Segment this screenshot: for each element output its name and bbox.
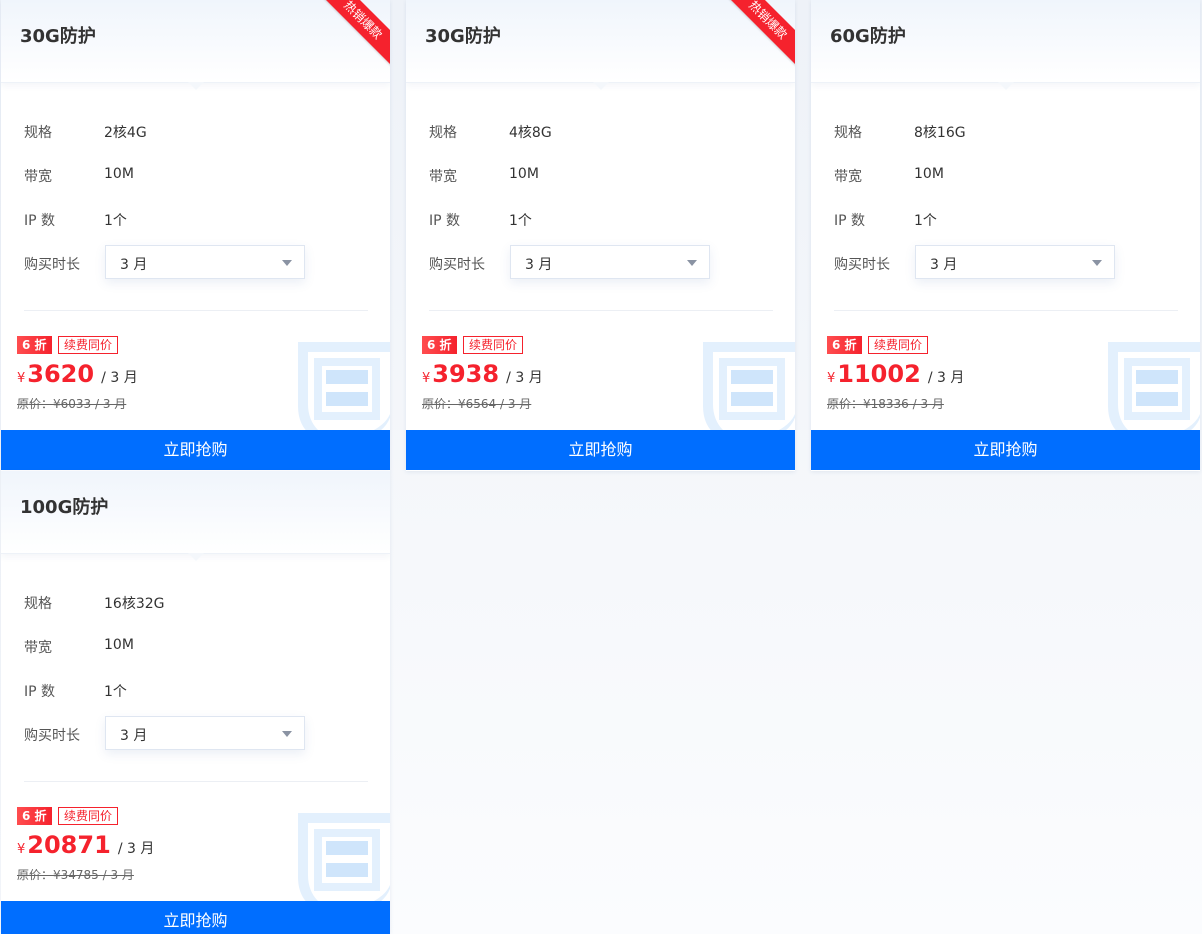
bandwidth-value: 10M	[104, 166, 134, 182]
ip-label: IP 数	[24, 684, 56, 700]
shield-watermark-icon	[298, 342, 390, 436]
price-period: / 3 月	[506, 370, 543, 386]
ip-value: 1个	[914, 213, 937, 229]
card-header: 30G防护	[1, 0, 390, 83]
buy-now-button[interactable]: 立即抢购	[1, 901, 390, 934]
bandwidth-label: 带宽	[24, 640, 52, 656]
duration-label: 购买时长	[834, 257, 890, 273]
currency-symbol: ¥	[422, 371, 431, 386]
duration-selected-value: 3 月	[120, 728, 148, 744]
spec-label: 规格	[24, 596, 52, 612]
ip-value: 1个	[509, 213, 532, 229]
card-title: 30G防护	[20, 26, 96, 47]
spec-value: 4核8G	[509, 125, 552, 141]
duration-select[interactable]: 3 月	[915, 245, 1115, 279]
divider	[429, 310, 773, 311]
discount-badge: 6 折	[17, 336, 52, 354]
duration-select[interactable]: 3 月	[105, 245, 305, 279]
renew-same-price-badge: 续费同价	[58, 807, 119, 825]
price-value: 20871	[27, 831, 111, 859]
price-row: ¥3938 / 3 月	[422, 360, 543, 388]
bandwidth-label: 带宽	[429, 169, 457, 185]
renew-same-price-badge: 续费同价	[463, 336, 524, 354]
product-card: 60G防护 规格 8核16G 带宽 10M IP 数 1个 购买时长 3 月 6…	[811, 0, 1200, 471]
card-header: 60G防护	[811, 0, 1200, 83]
duration-select[interactable]: 3 月	[510, 245, 710, 279]
card-title: 30G防护	[425, 26, 501, 47]
divider	[24, 781, 368, 782]
caret-down-icon	[282, 260, 292, 266]
divider	[834, 310, 1178, 311]
ip-label: IP 数	[24, 213, 56, 229]
currency-symbol: ¥	[827, 371, 836, 386]
duration-selected-value: 3 月	[525, 257, 553, 273]
currency-symbol: ¥	[17, 842, 26, 857]
ip-label: IP 数	[834, 213, 866, 229]
card-title: 100G防护	[20, 497, 109, 518]
card-title: 60G防护	[830, 26, 906, 47]
renew-same-price-badge: 续费同价	[868, 336, 929, 354]
price-row: ¥11002 / 3 月	[827, 360, 964, 388]
renew-same-price-badge: 续费同价	[58, 336, 119, 354]
price-value: 3938	[432, 360, 500, 388]
bandwidth-value: 10M	[914, 166, 944, 182]
price-value: 3620	[27, 360, 95, 388]
discount-badge: 6 折	[827, 336, 862, 354]
original-price: 原价：¥6033 / 3 月	[17, 397, 127, 411]
spec-value: 8核16G	[914, 125, 966, 141]
shield-watermark-icon	[1108, 342, 1200, 436]
buy-now-button[interactable]: 立即抢购	[1, 430, 390, 470]
product-card: 30G防护 热销爆款 规格 4核8G 带宽 10M IP 数 1个 购买时长 3…	[406, 0, 795, 471]
duration-label: 购买时长	[24, 728, 80, 744]
spec-value: 16核32G	[104, 596, 165, 612]
product-grid: 30G防护 热销爆款 规格 2核4G 带宽 10M IP 数 1个 购买时长 3…	[0, 0, 1202, 934]
spec-label: 规格	[834, 125, 862, 141]
price-row: ¥20871 / 3 月	[17, 831, 154, 859]
ip-label: IP 数	[429, 213, 461, 229]
duration-label: 购买时长	[429, 257, 485, 273]
header-pointer	[998, 82, 1014, 90]
price-period: / 3 月	[101, 370, 138, 386]
bandwidth-value: 10M	[509, 166, 539, 182]
product-card: 30G防护 热销爆款 规格 2核4G 带宽 10M IP 数 1个 购买时长 3…	[1, 0, 390, 471]
header-pointer	[188, 82, 204, 90]
original-price: 原价：¥6564 / 3 月	[422, 397, 532, 411]
card-header: 30G防护	[406, 0, 795, 83]
original-price: 原价：¥18336 / 3 月	[827, 397, 944, 411]
spec-label: 规格	[429, 125, 457, 141]
bandwidth-label: 带宽	[24, 169, 52, 185]
bandwidth-value: 10M	[104, 637, 134, 653]
buy-now-button[interactable]: 立即抢购	[811, 430, 1200, 470]
card-header: 100G防护	[1, 471, 390, 554]
price-value: 11002	[837, 360, 921, 388]
divider	[24, 310, 368, 311]
original-price: 原价：¥34785 / 3 月	[17, 868, 134, 882]
duration-selected-value: 3 月	[120, 257, 148, 273]
header-pointer	[188, 553, 204, 561]
spec-label: 规格	[24, 125, 52, 141]
product-card: 100G防护 规格 16核32G 带宽 10M IP 数 1个 购买时长 3 月	[1, 471, 390, 934]
spec-value: 2核4G	[104, 125, 147, 141]
ip-value: 1个	[104, 684, 127, 700]
duration-label: 购买时长	[24, 257, 80, 273]
currency-symbol: ¥	[17, 371, 26, 386]
price-period: / 3 月	[117, 841, 155, 857]
discount-badge: 6 折	[17, 807, 52, 825]
ip-value: 1个	[104, 213, 127, 229]
bandwidth-label: 带宽	[834, 169, 862, 185]
duration-select[interactable]: 3 月	[105, 716, 305, 750]
price-period: / 3 月	[927, 370, 965, 386]
caret-down-icon	[282, 731, 292, 737]
caret-down-icon	[1092, 260, 1102, 266]
price-row: ¥3620 / 3 月	[17, 360, 138, 388]
duration-selected-value: 3 月	[930, 257, 958, 273]
shield-watermark-icon	[298, 813, 390, 907]
caret-down-icon	[687, 260, 697, 266]
shield-watermark-icon	[703, 342, 795, 436]
header-pointer	[593, 82, 609, 90]
discount-badge: 6 折	[422, 336, 457, 354]
buy-now-button[interactable]: 立即抢购	[406, 430, 795, 470]
